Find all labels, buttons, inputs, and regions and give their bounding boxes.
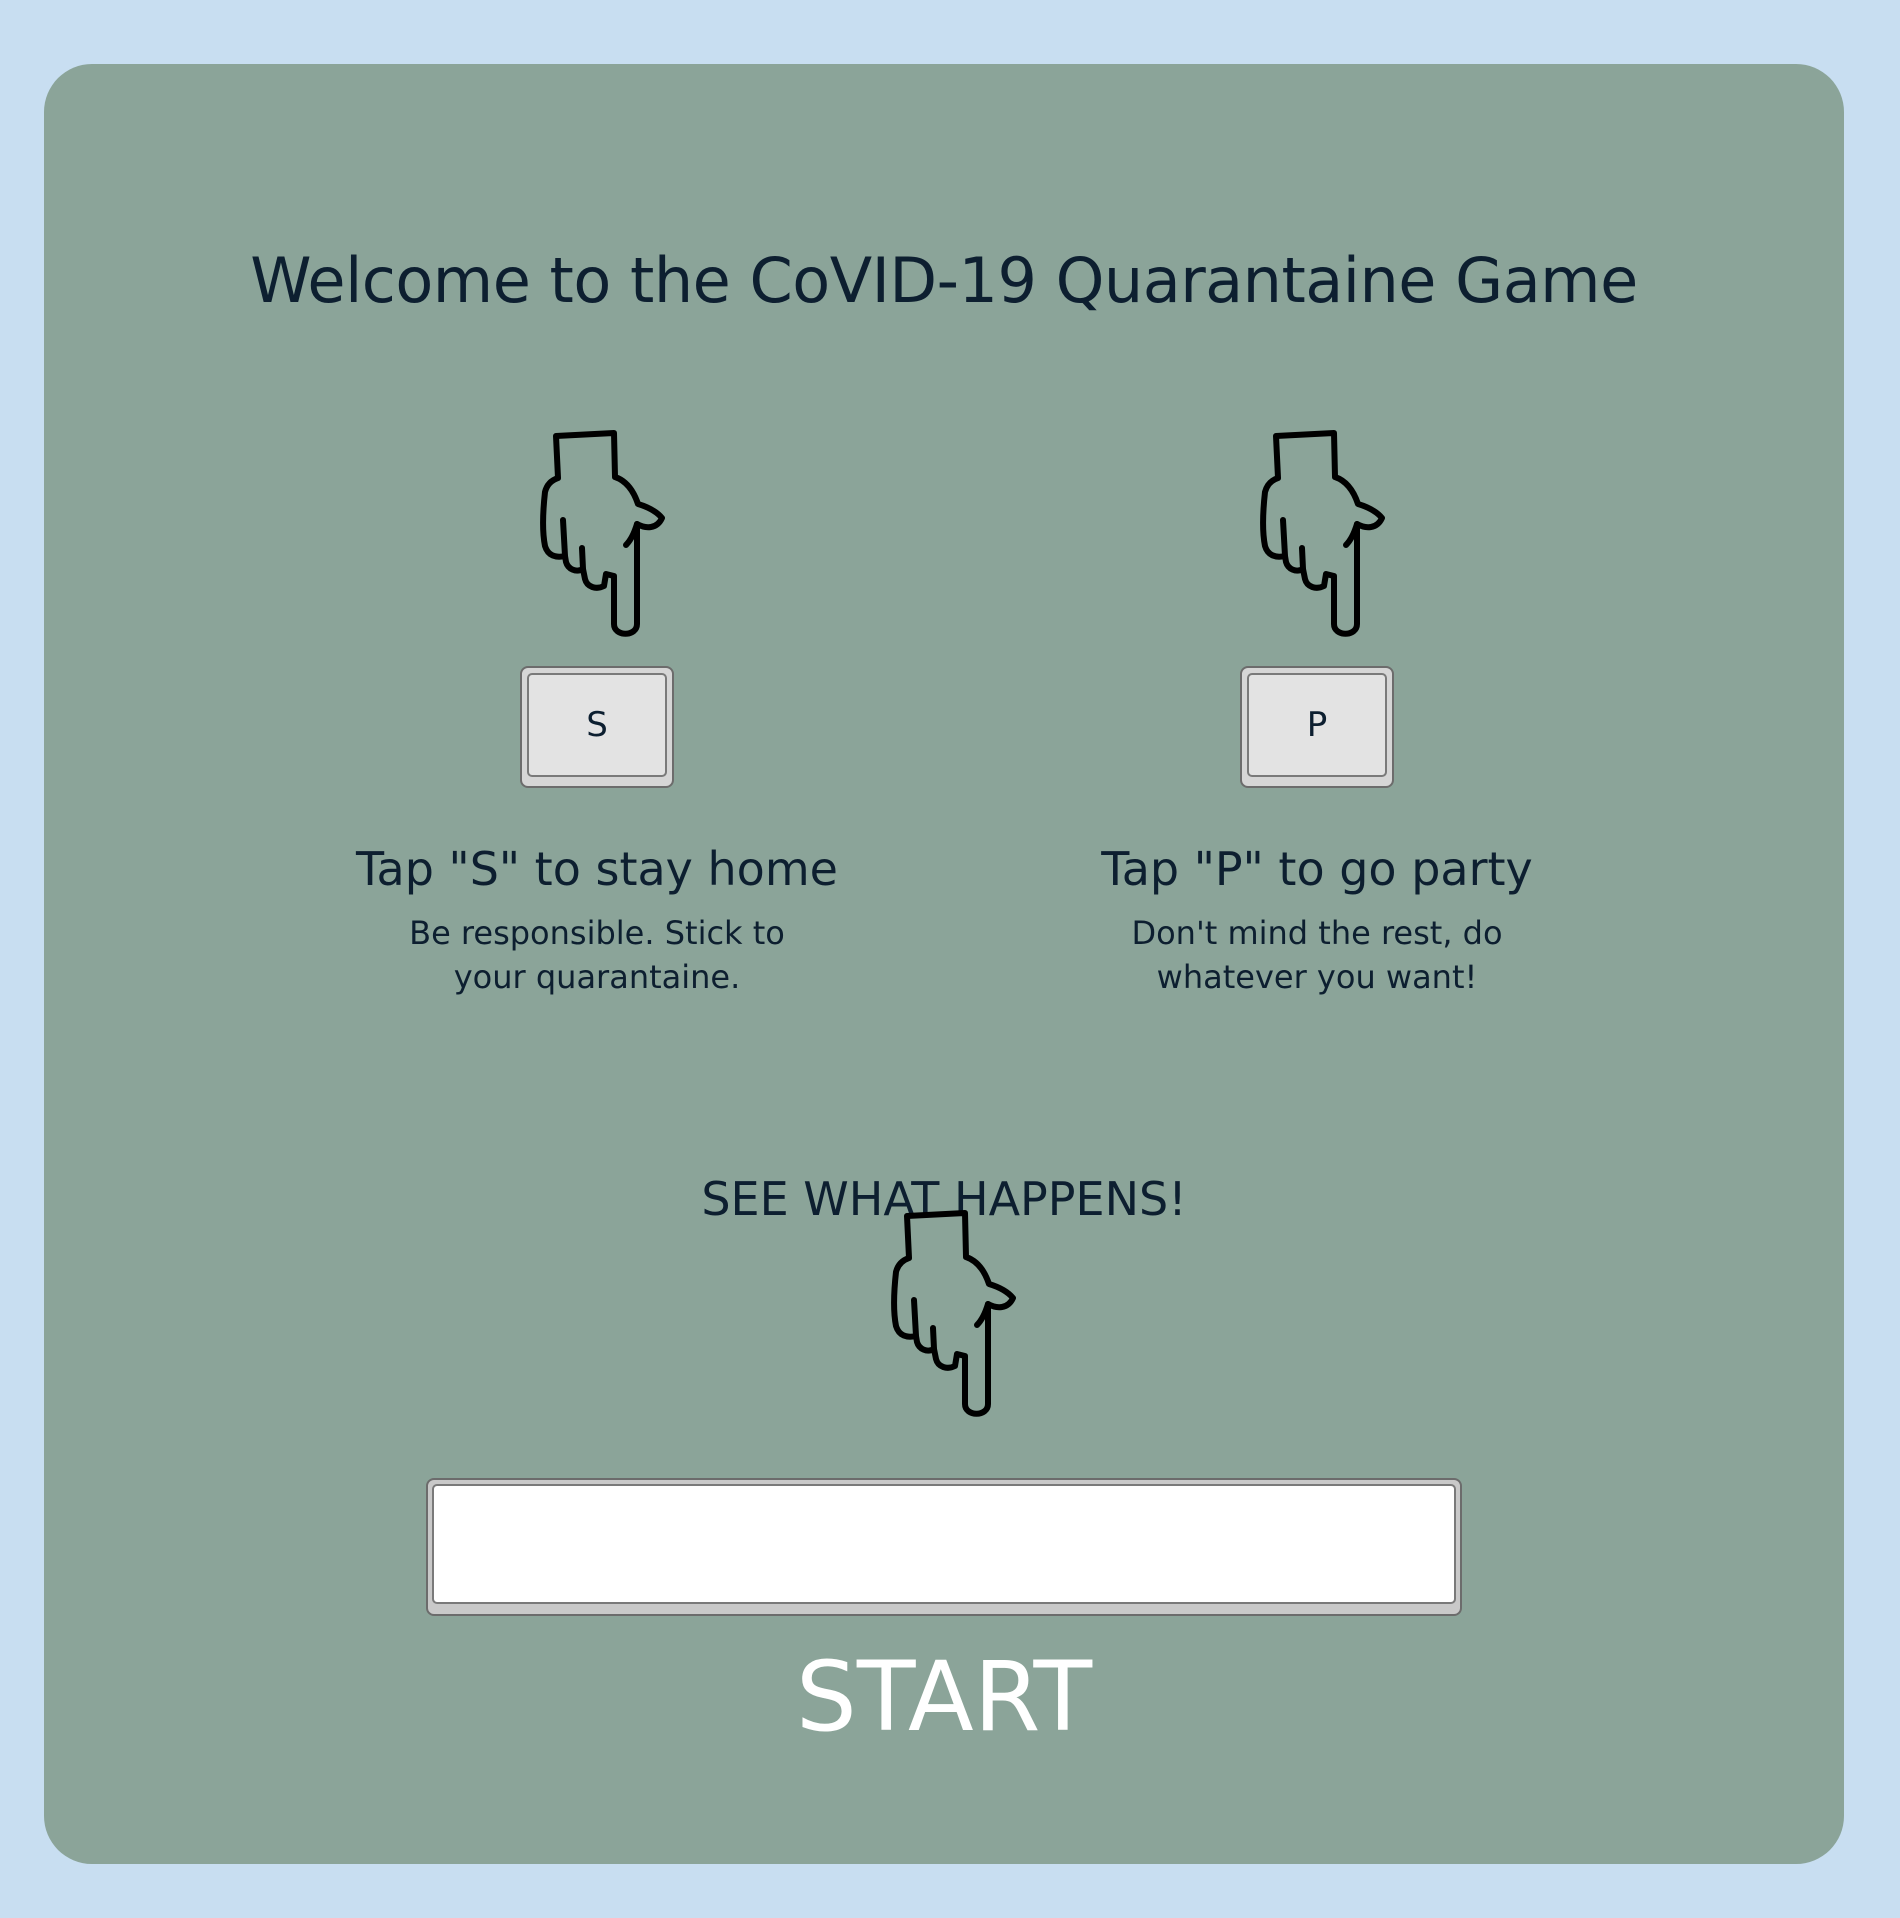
pointing-down-hand-icon <box>1250 428 1400 638</box>
pointing-down-hand-icon <box>530 428 680 638</box>
go-party-option: Tap "P" to go party Don't mind the rest,… <box>1037 842 1597 999</box>
stay-home-heading: Tap "S" to stay home <box>356 842 838 896</box>
page-title: Welcome to the CoVID-19 Quarantaine Game <box>250 244 1638 317</box>
start-button[interactable]: START <box>44 1640 1844 1755</box>
go-party-description: Don't mind the rest, do whatever you wan… <box>1131 914 1503 997</box>
start-field-input[interactable] <box>432 1484 1456 1604</box>
start-key-field[interactable] <box>426 1478 1462 1616</box>
go-party-heading: Tap "P" to go party <box>1101 842 1533 896</box>
p-key-button[interactable]: P <box>1240 666 1394 788</box>
pointing-down-hand-icon <box>881 1208 1031 1418</box>
s-key-label: S <box>527 673 667 777</box>
stay-home-description: Be responsible. Stick to your quarantain… <box>409 914 785 997</box>
game-panel: Welcome to the CoVID-19 Quarantaine Game… <box>44 64 1844 1864</box>
p-key-label: P <box>1247 673 1387 777</box>
s-key-button[interactable]: S <box>520 666 674 788</box>
stay-home-option: Tap "S" to stay home Be responsible. Sti… <box>317 842 877 999</box>
